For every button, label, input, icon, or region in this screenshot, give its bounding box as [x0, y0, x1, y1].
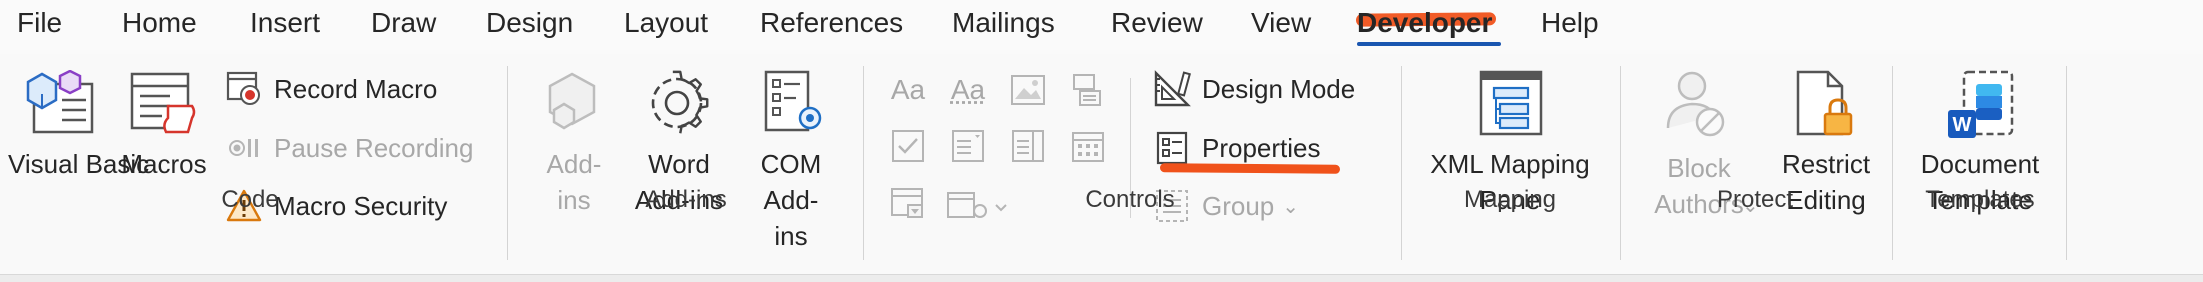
record-macro-button[interactable]: Record Macro	[224, 66, 437, 112]
tab-review[interactable]: Review	[1111, 0, 1203, 46]
macros-label: Macros	[121, 149, 207, 179]
record-macro-icon	[224, 69, 264, 109]
code-group-label: Code	[221, 186, 279, 213]
tab-references[interactable]: References	[760, 0, 903, 46]
tab-help[interactable]: Help	[1541, 0, 1599, 46]
ribbon-tab-bar: File Home Insert Draw Design Layout Refe…	[0, 0, 2203, 54]
tab-home[interactable]: Home	[122, 0, 197, 46]
group-divider	[1620, 66, 1621, 260]
tab-file[interactable]: File	[17, 0, 62, 46]
dropdown-list-control-icon[interactable]	[1006, 124, 1050, 168]
group-divider	[1401, 66, 1402, 260]
legacy-forms-icon[interactable]	[886, 182, 930, 226]
tab-view[interactable]: View	[1251, 0, 1311, 46]
addins-hexagon-icon	[542, 70, 608, 145]
templates-group-label: Templates	[1925, 186, 2035, 213]
picture-content-control-icon[interactable]	[1006, 68, 1050, 112]
visual-basic-icon	[26, 69, 96, 145]
design-mode-label: Design Mode	[1202, 73, 1356, 104]
combo-box-control-icon[interactable]	[946, 124, 990, 168]
xml-mapping-icon	[1478, 70, 1544, 145]
gear-icon	[644, 70, 710, 145]
tab-draw[interactable]: Draw	[371, 0, 436, 46]
tab-insert[interactable]: Insert	[250, 0, 320, 46]
rich-text-content-control[interactable]: Aa	[886, 68, 930, 112]
building-block-gallery-icon[interactable]	[1066, 68, 1110, 112]
group-divider	[2066, 66, 2067, 260]
mapping-group-label: Mapping	[1463, 186, 1557, 213]
word-document-template-icon: W	[1946, 70, 2016, 149]
addins-group-label: Add-ins	[645, 186, 727, 213]
pause-recording-label: Pause Recording	[274, 132, 474, 163]
pause-icon	[224, 128, 264, 168]
controls-group-label: Controls	[1085, 186, 1175, 213]
pause-recording-button[interactable]: Pause Recording	[224, 125, 473, 171]
group-divider	[1892, 66, 1893, 260]
active-tab-indicator	[1357, 42, 1501, 46]
plain-text-content-control[interactable]: Aa	[946, 68, 990, 112]
visual-basic-button[interactable]: Visual Basic	[8, 69, 150, 220]
checkbox-content-control-icon[interactable]	[886, 124, 930, 168]
record-macro-label: Record Macro	[274, 73, 438, 104]
tab-mailings[interactable]: Mailings	[952, 0, 1055, 46]
properties-label: Properties	[1202, 132, 1321, 163]
group-divider	[507, 66, 508, 260]
legacy-tools-icon[interactable]	[946, 182, 1016, 226]
protect-group-label: Protect	[1716, 186, 1794, 213]
tab-developer[interactable]: Developer	[1357, 0, 1492, 46]
tab-layout[interactable]: Layout	[624, 0, 708, 46]
design-mode-icon	[1152, 69, 1192, 109]
group-divider	[863, 66, 864, 260]
block-authors-icon	[1664, 70, 1730, 149]
macros-icon	[130, 72, 200, 147]
design-mode-button[interactable]: Design Mode	[1152, 66, 1355, 112]
svg-text:W: W	[1953, 114, 1972, 136]
chevron-down-icon: ⌄	[1282, 195, 1300, 218]
com-addins-icon	[764, 70, 826, 145]
tab-design[interactable]: Design	[486, 0, 573, 46]
date-picker-control-icon[interactable]	[1066, 124, 1110, 168]
properties-icon	[1152, 128, 1192, 168]
visual-basic-label: Visual Basic	[8, 149, 150, 179]
orange-annotation-underline	[1159, 163, 1341, 174]
restrict-editing-lock-icon	[1794, 70, 1860, 149]
